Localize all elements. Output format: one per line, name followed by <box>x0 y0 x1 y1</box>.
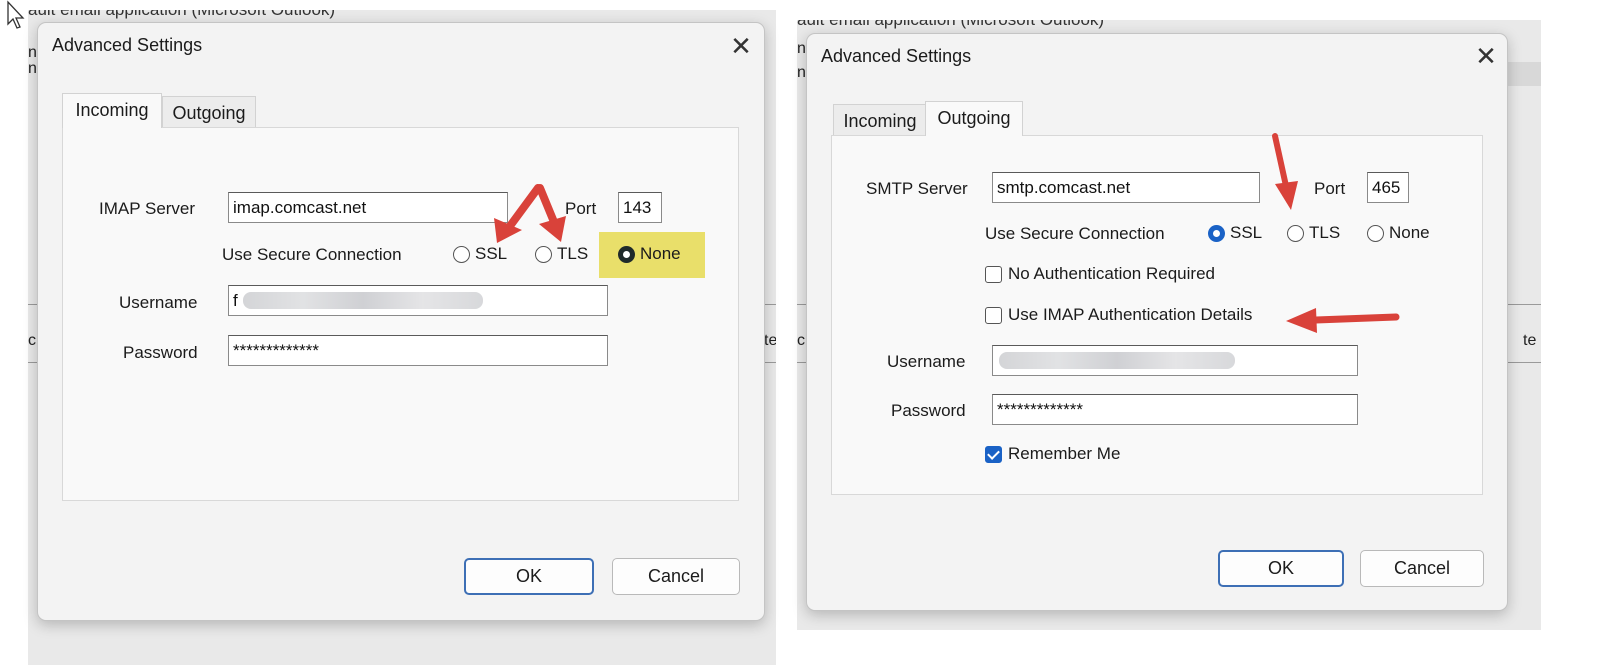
username-label: Username <box>887 352 966 371</box>
tls-radio[interactable]: TLS <box>1287 220 1340 246</box>
background-edge-text: te <box>1523 332 1537 349</box>
close-icon[interactable]: ✕ <box>728 33 754 59</box>
port-label: Port <box>565 199 597 218</box>
background-edge-text: te <box>764 332 776 349</box>
checkbox-checked-icon <box>985 445 1002 463</box>
port-label: Port <box>1314 179 1346 198</box>
tls-radio-label: TLS <box>1309 223 1341 242</box>
username-input[interactable] <box>992 345 1358 376</box>
checkbox-unchecked-icon <box>985 265 1002 283</box>
dialog-title: Advanced Settings <box>52 35 203 55</box>
checkbox-unchecked-icon <box>985 306 1002 324</box>
username-visible-prefix: f <box>233 291 238 310</box>
cancel-button[interactable]: Cancel <box>612 558 740 595</box>
advanced-settings-dialog-incoming: Advanced Settings ✕ Incoming Outgoing IM… <box>37 22 765 621</box>
ok-button[interactable]: OK <box>464 558 594 595</box>
radio-unselected-icon <box>1287 224 1304 242</box>
ssl-radio-label: SSL <box>1230 223 1263 242</box>
use-imap-auth-checkbox[interactable]: Use IMAP Authentication Details <box>985 302 1252 328</box>
dialog-title: Advanced Settings <box>821 46 972 66</box>
ssl-radio-label: SSL <box>475 244 508 263</box>
password-label: Password <box>123 343 198 362</box>
ok-button[interactable]: OK <box>1218 550 1344 587</box>
radio-selected-icon <box>618 245 635 263</box>
cancel-button[interactable]: Cancel <box>1360 550 1484 587</box>
tab-incoming[interactable]: Incoming <box>62 93 162 128</box>
remember-me-label: Remember Me <box>1008 444 1121 463</box>
imap-server-input[interactable]: imap.comcast.net <box>228 192 508 223</box>
password-input[interactable]: ************* <box>992 394 1358 425</box>
port-input[interactable]: 465 <box>1367 172 1409 203</box>
no-authentication-checkbox[interactable]: No Authentication Required <box>985 261 1215 287</box>
password-label: Password <box>891 401 966 420</box>
background-header-text: ault email application (Microsoft Outloo… <box>797 20 1104 30</box>
remember-me-checkbox[interactable]: Remember Me <box>985 441 1120 467</box>
redacted-username <box>243 292 483 309</box>
radio-unselected-icon <box>535 245 552 263</box>
username-input[interactable]: f <box>228 285 608 316</box>
none-radio[interactable]: None <box>618 241 681 267</box>
background-edge-text: n <box>28 60 37 77</box>
none-radio-label: None <box>640 244 681 263</box>
radio-unselected-icon <box>1367 224 1384 242</box>
close-icon[interactable]: ✕ <box>1473 43 1499 69</box>
tls-radio-label: TLS <box>557 244 589 263</box>
background-edge-text: n <box>797 64 806 81</box>
tab-outgoing[interactable]: Outgoing <box>162 96 256 129</box>
mouse-cursor-icon <box>7 0 25 29</box>
imap-server-label: IMAP Server <box>99 199 196 218</box>
secure-connection-label: Use Secure Connection <box>985 224 1165 243</box>
radio-selected-icon <box>1208 224 1225 242</box>
secure-connection-label: Use Secure Connection <box>222 245 402 264</box>
background-header-text: ault email application (Microsoft Outloo… <box>28 10 335 20</box>
password-input[interactable]: ************* <box>228 335 608 366</box>
radio-unselected-icon <box>453 245 470 263</box>
background-edge-text: n <box>797 40 806 57</box>
smtp-server-input[interactable]: smtp.comcast.net <box>992 172 1260 203</box>
redacted-username <box>999 352 1235 369</box>
use-imap-auth-label: Use IMAP Authentication Details <box>1008 305 1253 324</box>
tab-outgoing[interactable]: Outgoing <box>925 101 1023 136</box>
tls-radio[interactable]: TLS <box>535 241 588 267</box>
tab-incoming[interactable]: Incoming <box>833 104 927 137</box>
ssl-radio[interactable]: SSL <box>453 241 507 267</box>
background-edge-text: c <box>797 332 805 349</box>
username-label: Username <box>119 293 198 312</box>
smtp-server-label: SMTP Server <box>866 179 968 198</box>
none-radio-label: None <box>1389 223 1430 242</box>
advanced-settings-dialog-outgoing: Advanced Settings ✕ Incoming Outgoing SM… <box>806 33 1508 611</box>
no-authentication-label: No Authentication Required <box>1008 264 1215 283</box>
port-input[interactable]: 143 <box>618 192 662 223</box>
ssl-radio[interactable]: SSL <box>1208 220 1262 246</box>
background-edge-text: c <box>28 332 36 349</box>
none-radio[interactable]: None <box>1367 220 1430 246</box>
